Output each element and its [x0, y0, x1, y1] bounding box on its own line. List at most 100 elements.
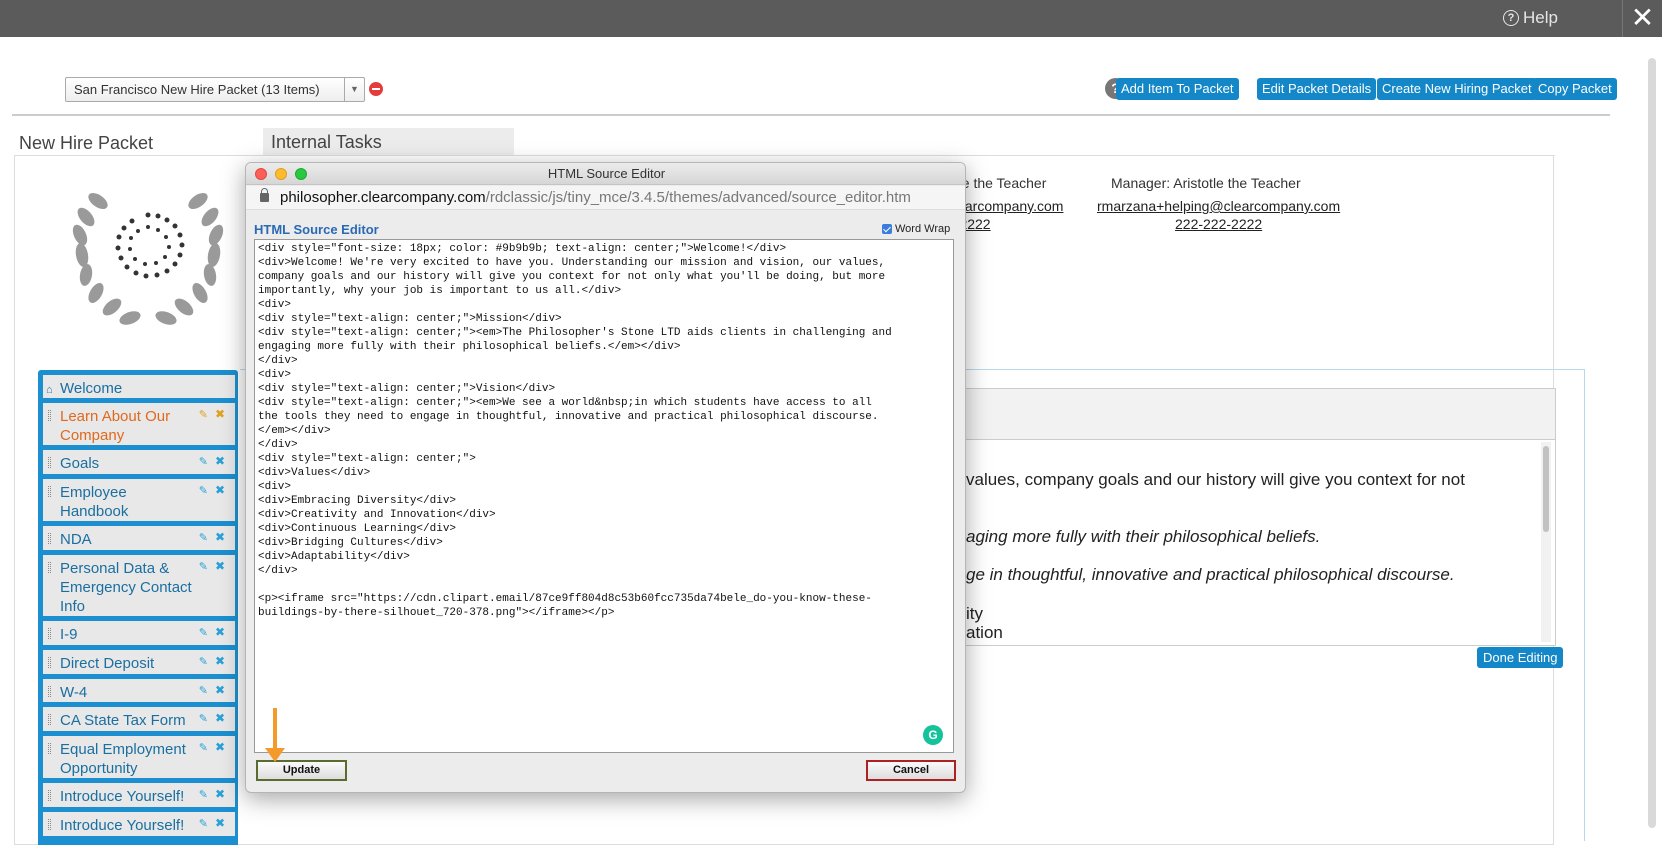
sidebar-item-equal-employment[interactable]: Equal Employment Opportunity ✎ ✖ [43, 736, 235, 778]
sidebar-item-introduce-yourself[interactable]: Introduce Yourself! ✎ ✖ [43, 783, 235, 807]
drag-handle-icon[interactable] [48, 790, 51, 801]
pencil-icon[interactable]: ✎ [199, 529, 208, 548]
drag-handle-icon[interactable] [48, 819, 51, 830]
lock-icon [260, 188, 269, 202]
drag-handle-icon[interactable] [48, 533, 51, 544]
drag-handle-icon[interactable] [48, 714, 51, 725]
close-window-icon[interactable] [255, 168, 267, 180]
sidebar-item-label: Introduce Yourself! [60, 788, 185, 805]
remove-icon[interactable]: ✖ [215, 528, 225, 547]
remove-icon[interactable]: ✖ [215, 681, 225, 700]
word-wrap-checkbox[interactable] [882, 224, 892, 234]
sidebar-item-goals[interactable]: Goals ✎ ✖ [43, 450, 235, 474]
grammarly-icon[interactable]: G [923, 725, 943, 745]
pencil-icon[interactable]: ✎ [199, 739, 208, 758]
remove-icon[interactable]: ✖ [215, 738, 225, 757]
drag-handle-icon[interactable] [48, 628, 51, 639]
sidebar-item-w4[interactable]: W-4 ✎ ✖ [43, 679, 235, 702]
page-scrollbar[interactable] [1648, 58, 1656, 828]
sidebar-item-employee-handbook[interactable]: Employee Handbook ✎ ✖ [43, 479, 235, 521]
preview-line: ation [966, 623, 1003, 642]
sidebar-item-label: CA State Tax Form [60, 712, 186, 729]
help-link[interactable]: ? Help [1503, 8, 1558, 28]
section-title: New Hire Packet [19, 133, 154, 153]
remove-icon[interactable]: ✖ [215, 709, 225, 728]
remove-icon[interactable]: ✖ [215, 481, 225, 500]
packet-select[interactable]: San Francisco New Hire Packet (13 Items)… [65, 77, 365, 102]
sidebar-item-introduce-yourself-2[interactable]: Introduce Yourself! ✎ ✖ [43, 812, 235, 836]
word-wrap-label: Word Wrap [895, 223, 951, 235]
drag-handle-icon[interactable] [48, 410, 51, 421]
pencil-icon[interactable]: ✎ [199, 710, 208, 729]
remove-icon[interactable]: ✖ [215, 814, 225, 833]
maximize-window-icon[interactable] [295, 168, 307, 180]
window-titlebar[interactable]: HTML Source Editor [246, 163, 965, 185]
add-item-button[interactable]: Add Item To Packet [1116, 78, 1239, 100]
editor-heading: HTML Source Editor [254, 222, 379, 237]
manager-phone[interactable]: 222-222-2222 [1175, 216, 1262, 232]
remove-icon[interactable]: ✖ [215, 557, 225, 576]
manager-email[interactable]: rmarzana+helping@clearcompany.com [1097, 198, 1340, 214]
remove-icon[interactable]: ✖ [215, 452, 225, 471]
sidebar-item-label: Equal Employment Opportunity [60, 741, 186, 777]
pencil-icon[interactable]: ✎ [199, 482, 208, 501]
window-title: HTML Source Editor [547, 166, 666, 181]
word-wrap-toggle[interactable]: Word Wrap [882, 223, 950, 235]
scroll-thumb[interactable] [1543, 446, 1549, 532]
pencil-icon[interactable]: ✎ [199, 682, 208, 701]
packet-select-value: San Francisco New Hire Packet (13 Items) [74, 82, 320, 97]
preview-line: ity [966, 604, 983, 623]
sidebar-item-direct-deposit[interactable]: Direct Deposit ✎ ✖ [43, 650, 235, 674]
pencil-icon[interactable]: ✎ [199, 558, 208, 577]
minimize-window-icon[interactable] [275, 168, 287, 180]
remove-icon[interactable]: ✖ [215, 405, 225, 424]
drag-handle-icon[interactable] [48, 562, 51, 573]
sidebar-item-i9[interactable]: I-9 ✎ ✖ [43, 621, 235, 645]
sidebar-item-ca-state-tax[interactable]: CA State Tax Form ✎ ✖ [43, 707, 235, 731]
edit-packet-details-button[interactable]: Edit Packet Details [1257, 78, 1377, 100]
editor-toolbar [947, 389, 1555, 440]
html-source-textarea[interactable] [254, 239, 954, 753]
pencil-icon[interactable]: ✎ [199, 406, 208, 425]
chevron-down-icon: ▼ [344, 78, 364, 101]
laurel-logo [72, 193, 224, 325]
preview-scrollbar[interactable] [1541, 442, 1551, 642]
sidebar-item-personal-data[interactable]: Personal Data & Emergency Contact Info ✎… [43, 555, 235, 616]
pencil-icon[interactable]: ✎ [199, 653, 208, 672]
done-editing-button[interactable]: Done Editing [1477, 647, 1564, 668]
sidebar-item-label: Welcome [60, 380, 123, 397]
sidebar-item-label: I-9 [60, 626, 78, 643]
divider [12, 114, 1610, 116]
drag-handle-icon[interactable] [48, 657, 51, 668]
drag-handle-icon[interactable] [48, 457, 51, 468]
url-bar[interactable]: philosopher.clearcompany.com/rdclassic/j… [246, 186, 965, 210]
manager-name: Manager: Aristotle the Teacher [1111, 175, 1301, 191]
pencil-icon[interactable]: ✎ [199, 786, 208, 805]
drag-handle-icon[interactable] [48, 486, 51, 497]
create-hiring-packet-button[interactable]: Create New Hiring Packet [1377, 78, 1537, 100]
remove-icon[interactable]: ✖ [215, 623, 225, 642]
sidebar-item-learn-about-company[interactable]: Learn About Our Company ✎ ✖ [43, 403, 235, 445]
copy-packet-button[interactable]: Copy Packet [1533, 78, 1617, 100]
drag-handle-icon[interactable] [48, 743, 51, 754]
pencil-icon[interactable]: ✎ [199, 624, 208, 643]
top-bar: ? Help ✕ [0, 0, 1662, 37]
cancel-button[interactable]: Cancel [866, 760, 956, 781]
pencil-icon[interactable]: ✎ [199, 815, 208, 834]
content-editor-preview[interactable] [946, 388, 1556, 646]
annotation-arrow-icon [265, 748, 285, 762]
url-host: philosopher.clearcompany.com [280, 189, 486, 206]
remove-icon[interactable]: ✖ [215, 652, 225, 671]
question-circle-icon: ? [1503, 10, 1520, 26]
remove-icon[interactable]: ✖ [215, 785, 225, 804]
pencil-icon[interactable]: ✎ [199, 453, 208, 472]
sidebar-item-nda[interactable]: NDA ✎ ✖ [43, 526, 235, 550]
update-button[interactable]: Update [256, 760, 347, 781]
sidebar-item-welcome[interactable]: ⌂ Welcome [43, 375, 235, 398]
remove-packet-icon[interactable] [369, 82, 383, 96]
tab-internal-tasks[interactable]: Internal Tasks [263, 128, 514, 156]
html-source-editor-window: HTML Source Editor philosopher.clearcomp… [245, 162, 966, 793]
home-icon: ⌂ [46, 384, 53, 396]
drag-handle-icon[interactable] [48, 686, 51, 697]
close-icon[interactable]: ✕ [1622, 0, 1662, 37]
